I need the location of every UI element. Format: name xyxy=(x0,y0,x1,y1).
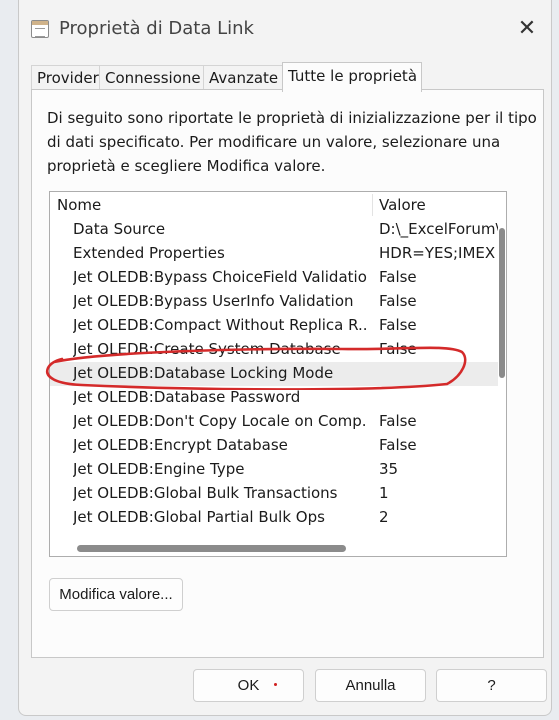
list-row-selected[interactable]: Jet OLEDB:Database Locking Mode xyxy=(50,362,500,386)
ok-button[interactable]: OK xyxy=(193,669,304,702)
property-name: Jet OLEDB:Bypass UserInfo Validation xyxy=(73,292,354,310)
column-header-nome[interactable]: Nome xyxy=(57,196,101,214)
property-name: Jet OLEDB:Database Locking Mode xyxy=(73,364,334,382)
property-value: 35 xyxy=(379,460,399,478)
property-value: D:\_ExcelForum\l xyxy=(379,220,500,238)
list-row[interactable]: Jet OLEDB:Create System Database False xyxy=(50,338,500,362)
tab-tutte-le-proprieta[interactable]: Tutte le proprietà xyxy=(282,62,423,92)
property-value: False xyxy=(379,340,417,358)
property-value: False xyxy=(379,412,417,430)
tab-connessione[interactable]: Connessione xyxy=(99,65,206,91)
help-button[interactable]: ? xyxy=(436,669,547,702)
property-name: Extended Properties xyxy=(73,244,225,262)
list-row[interactable]: Jet OLEDB:Bypass UserInfo Validation Fals… xyxy=(50,290,500,314)
property-value: False xyxy=(379,268,417,286)
list-rows: Data Source D:\_ExcelForum\l Extended Pro… xyxy=(50,218,500,530)
list-row[interactable]: Jet OLEDB:Engine Type 35 xyxy=(50,458,500,482)
close-button[interactable]: ✕ xyxy=(511,14,543,44)
horizontal-scrollbar[interactable] xyxy=(50,540,500,556)
list-row[interactable]: Jet OLEDB:Don't Copy Locale on Comp... Fa… xyxy=(50,410,500,434)
list-row[interactable]: Jet OLEDB:Encrypt Database False xyxy=(50,434,500,458)
modify-value-button[interactable]: Modifica valore... xyxy=(49,578,183,611)
property-value: False xyxy=(379,436,417,454)
dialog-window: Proprietà di Data Link ✕ Provider Connes… xyxy=(18,0,552,716)
window-title: Proprietà di Data Link xyxy=(59,18,254,39)
property-name: Jet OLEDB:Database Password xyxy=(73,388,301,406)
property-name: Jet OLEDB:Global Partial Bulk Ops xyxy=(73,508,325,526)
property-name: Jet OLEDB:Global Bulk Transactions xyxy=(73,484,338,502)
list-row[interactable]: Jet OLEDB:Database Password xyxy=(50,386,500,410)
horizontal-scroll-thumb[interactable] xyxy=(77,545,346,552)
ok-label: OK xyxy=(237,677,260,694)
title-bar: Proprietà di Data Link ✕ xyxy=(19,0,551,58)
property-value: False xyxy=(379,292,417,310)
list-row[interactable]: Extended Properties HDR=YES;IMEX xyxy=(50,242,500,266)
property-value: False xyxy=(379,316,417,334)
properties-list[interactable]: Nome Valore Data Source D:\_ExcelForum\l … xyxy=(49,191,507,557)
cancel-button[interactable]: Annulla xyxy=(315,669,426,702)
property-name: Jet OLEDB:Don't Copy Locale on Comp... xyxy=(73,412,367,430)
list-row[interactable]: Data Source D:\_ExcelForum\l xyxy=(50,218,500,242)
list-row[interactable]: Jet OLEDB:Global Partial Bulk Ops 2 xyxy=(50,506,500,530)
list-row[interactable]: Jet OLEDB:Compact Without Replica R... Fa… xyxy=(50,314,500,338)
tab-avanzate[interactable]: Avanzate xyxy=(203,65,284,91)
datalink-icon xyxy=(31,20,49,38)
list-row[interactable]: Jet OLEDB:Bypass ChoiceField Validation F… xyxy=(50,266,500,290)
property-name: Jet OLEDB:Create System Database xyxy=(73,340,341,358)
property-name: Jet OLEDB:Compact Without Replica R... xyxy=(73,316,367,334)
property-name: Jet OLEDB:Engine Type xyxy=(73,460,245,478)
list-row[interactable]: Jet OLEDB:Global Bulk Transactions 1 xyxy=(50,482,500,506)
column-header-valore[interactable]: Valore xyxy=(379,196,426,214)
property-value: 2 xyxy=(379,508,389,526)
property-name: Jet OLEDB:Encrypt Database xyxy=(73,436,288,454)
column-separator[interactable] xyxy=(372,194,373,216)
description-text: Di seguito sono riportate le proprietà d… xyxy=(47,109,537,175)
list-header: Nome Valore xyxy=(50,192,506,218)
property-value: HDR=YES;IMEX xyxy=(379,244,496,262)
tab-provider[interactable]: Provider xyxy=(31,65,104,91)
property-name: Data Source xyxy=(73,220,166,238)
all-properties-panel: Di seguito sono riportate le proprietà d… xyxy=(31,89,544,658)
property-name: Jet OLEDB:Bypass ChoiceField Validation xyxy=(73,268,367,286)
vertical-scroll-thumb[interactable] xyxy=(499,228,505,378)
vertical-scrollbar[interactable] xyxy=(498,218,506,540)
property-value: 1 xyxy=(379,484,389,502)
annotation-dot xyxy=(274,683,277,686)
